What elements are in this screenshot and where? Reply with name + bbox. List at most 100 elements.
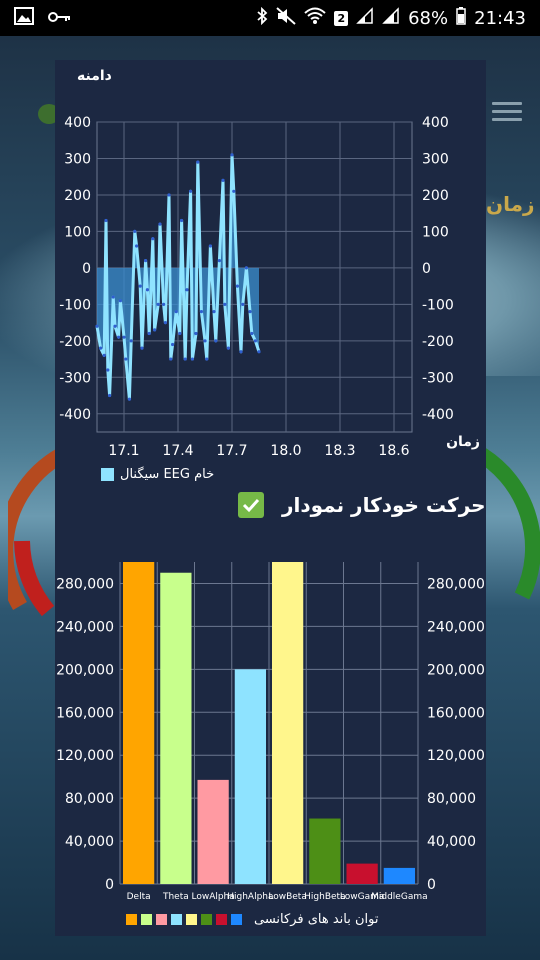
eeg-data-point bbox=[104, 218, 108, 223]
bar-y-tick-right: 80,000 bbox=[427, 791, 476, 807]
eeg-data-point bbox=[235, 284, 239, 288]
bar-theta bbox=[160, 572, 192, 884]
eeg-data-point bbox=[174, 310, 178, 314]
eeg-y-tick-left: -200 bbox=[59, 334, 91, 350]
bar-lowgama bbox=[346, 863, 378, 884]
eeg-y-tick-left: -300 bbox=[59, 370, 91, 386]
eeg-data-point bbox=[196, 160, 200, 164]
band-legend-swatch bbox=[216, 914, 227, 925]
eeg-y-tick-right: -100 bbox=[422, 297, 454, 313]
eeg-data-point bbox=[205, 357, 209, 361]
sim-badge: 2 bbox=[334, 10, 349, 26]
eeg-data-point bbox=[208, 244, 212, 248]
eeg-data-point bbox=[223, 302, 227, 306]
eeg-y-tick-left: -100 bbox=[59, 297, 91, 313]
bar-category-label: Theta bbox=[162, 892, 189, 902]
bar-category-label: LowBeta bbox=[268, 892, 306, 902]
menu-icon[interactable] bbox=[492, 102, 522, 126]
bar-y-tick-left: 120,000 bbox=[56, 748, 114, 764]
bar-highbeta bbox=[309, 818, 341, 884]
eeg-data-point bbox=[95, 324, 99, 328]
eeg-data-point bbox=[156, 302, 160, 306]
gallery-icon bbox=[14, 6, 34, 30]
eeg-data-point bbox=[133, 229, 137, 234]
eeg-data-point bbox=[212, 310, 216, 314]
band-legend-swatch bbox=[186, 914, 197, 925]
eeg-data-point bbox=[230, 153, 234, 157]
eeg-data-point bbox=[138, 284, 142, 288]
eeg-data-point bbox=[239, 350, 243, 354]
band-legend-swatch bbox=[156, 914, 167, 925]
bar-y-tick-right: 200,000 bbox=[427, 662, 485, 678]
bar-category-label: Delta bbox=[127, 892, 151, 902]
bar-y-tick-left: 280,000 bbox=[56, 576, 114, 592]
battery-icon bbox=[456, 6, 466, 30]
bar-y-tick-right: 40,000 bbox=[427, 834, 476, 850]
eeg-y-tick-left: 0 bbox=[82, 261, 91, 277]
clock: 21:43 bbox=[474, 7, 526, 29]
eeg-data-point bbox=[144, 258, 148, 263]
bar-y-tick-right: 240,000 bbox=[427, 619, 485, 635]
eeg-line-chart[interactable]: -400 -400 -300 -300 -200 -200 -100 -100 0 0 100 100… bbox=[55, 100, 486, 465]
auto-move-row[interactable]: حرکت خودکار نمودار bbox=[238, 492, 486, 518]
eeg-data-point bbox=[163, 320, 167, 325]
eeg-y-tick-right: -200 bbox=[422, 334, 454, 350]
eeg-data-point bbox=[241, 302, 245, 306]
eeg-y-tick-right: 300 bbox=[422, 151, 449, 167]
eeg-data-point bbox=[183, 357, 187, 361]
eeg-data-point bbox=[135, 244, 139, 248]
eeg-x-tick: 18.0 bbox=[270, 443, 301, 459]
eeg-data-point bbox=[250, 331, 254, 336]
eeg-data-point bbox=[189, 189, 193, 193]
charts-panel: دامنه -400 -400 -300 -300 -200 -200 -100 -100 0 0… bbox=[55, 60, 486, 936]
eeg-data-point bbox=[185, 288, 189, 292]
eeg-data-point bbox=[117, 335, 121, 339]
eeg-data-point bbox=[118, 299, 122, 303]
status-bar: 2 68% 21:43 bbox=[0, 0, 540, 36]
bar-y-tick-right: 120,000 bbox=[427, 748, 485, 764]
eeg-data-point bbox=[244, 266, 248, 270]
bar-category-label: HighAlpha bbox=[227, 892, 273, 902]
eeg-data-point bbox=[99, 346, 103, 350]
eeg-data-point bbox=[169, 357, 173, 361]
eeg-data-point bbox=[140, 346, 144, 350]
eeg-data-point bbox=[122, 335, 126, 339]
eeg-data-point bbox=[147, 331, 151, 336]
bar-category-label: MiddleGama bbox=[371, 892, 428, 902]
eeg-data-point bbox=[129, 339, 133, 343]
eeg-data-point bbox=[190, 357, 194, 361]
eeg-x-tick: 17.4 bbox=[162, 443, 193, 459]
bar-y-tick-left: 0 bbox=[105, 877, 114, 893]
signal-icon-2 bbox=[382, 6, 400, 30]
eeg-y-tick-left: 300 bbox=[64, 151, 91, 167]
check-icon bbox=[242, 498, 260, 513]
bar-y-tick-left: 160,000 bbox=[56, 705, 114, 721]
eeg-data-point bbox=[151, 237, 155, 241]
bar-y-tick-right: 160,000 bbox=[427, 705, 485, 721]
eeg-chart-y-label: دامنه bbox=[77, 68, 112, 84]
band-legend-swatch bbox=[201, 914, 212, 925]
eeg-x-axis-label: زمان bbox=[446, 434, 480, 450]
eeg-data-point bbox=[253, 339, 257, 343]
band-legend-label: توان باند های فرکانسی bbox=[254, 912, 379, 927]
eeg-x-tick: 17.7 bbox=[216, 443, 247, 459]
eeg-data-point bbox=[153, 328, 157, 332]
eeg-y-tick-left: 100 bbox=[64, 224, 91, 240]
eeg-data-point bbox=[221, 178, 225, 182]
eeg-x-tick: 17.1 bbox=[108, 443, 139, 459]
eeg-data-point bbox=[226, 346, 230, 350]
mute-icon bbox=[276, 6, 297, 30]
eeg-legend-label: سیگنال EEG خام bbox=[120, 467, 215, 482]
eeg-y-tick-right: 0 bbox=[422, 261, 431, 277]
eeg-data-point bbox=[180, 218, 184, 223]
eeg-data-point bbox=[257, 350, 261, 354]
eeg-data-point bbox=[145, 288, 149, 292]
eeg-data-point bbox=[102, 353, 106, 358]
signal-icon-1 bbox=[356, 6, 374, 30]
eeg-data-point bbox=[162, 302, 166, 306]
band-power-bar-chart[interactable]: 0 0 40,000 40,000 80,000 80,000 120,000 120,000… bbox=[55, 552, 486, 902]
bar-highalpha bbox=[234, 669, 266, 884]
bluetooth-icon bbox=[256, 6, 268, 30]
eeg-data-point bbox=[113, 324, 117, 328]
auto-move-checkbox[interactable] bbox=[238, 492, 264, 518]
